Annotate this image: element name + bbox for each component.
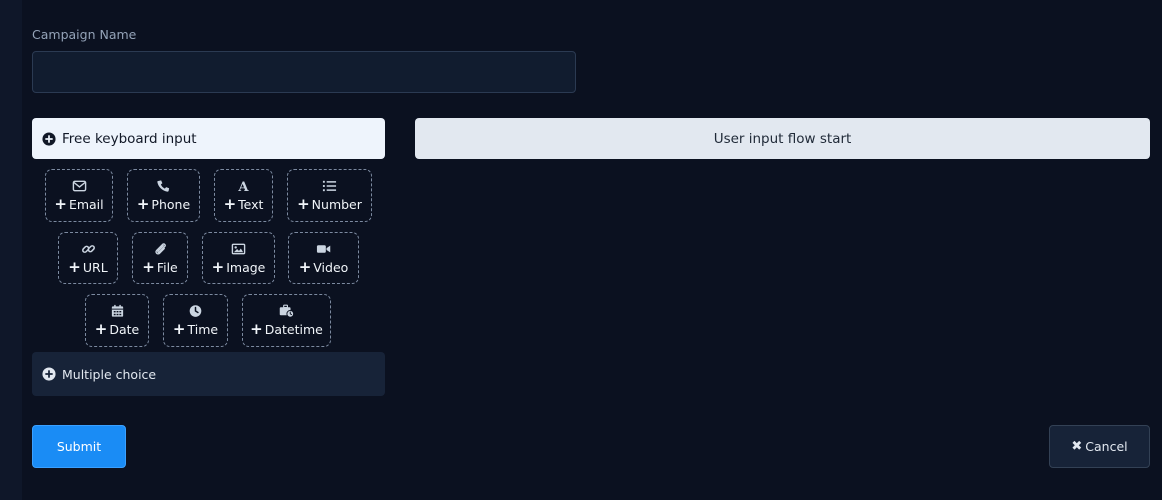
file-label: File	[156, 259, 178, 275]
link-icon	[81, 244, 95, 253]
plus-icon: +	[211, 257, 225, 276]
free-keyboard-input-section[interactable]: Free keyboard input	[32, 118, 385, 159]
add-email-button[interactable]: + Email	[45, 169, 113, 222]
plus-icon: +	[54, 195, 67, 213]
plus-icon: +	[250, 320, 263, 338]
clock-icon	[189, 305, 202, 317]
left-sidebar-edge	[0, 0, 22, 500]
url-label: URL	[82, 259, 108, 275]
image-label: Image	[226, 259, 266, 275]
calendar-icon	[111, 304, 123, 317]
phone-label: Phone	[151, 197, 191, 212]
plus-icon: +	[223, 195, 237, 213]
submit-label: Submit	[56, 439, 102, 454]
list-ol-icon	[322, 180, 337, 192]
close-icon: ✖	[1071, 439, 1083, 454]
plus-circle-icon	[42, 131, 56, 146]
plus-icon: +	[172, 320, 186, 338]
add-time-button[interactable]: + Time	[163, 294, 228, 347]
date-label: Date	[109, 322, 140, 337]
business-time-icon	[279, 304, 294, 318]
add-url-button[interactable]: + URL	[58, 232, 118, 284]
paperclip-icon	[154, 242, 166, 255]
add-phone-button[interactable]: + Phone	[127, 169, 200, 222]
campaign-name-input[interactable]	[32, 51, 576, 93]
plus-icon: +	[142, 257, 155, 276]
plus-icon: +	[298, 257, 312, 276]
svg-text:A: A	[237, 180, 249, 193]
font-icon: A	[237, 180, 249, 193]
add-datetime-button[interactable]: + Datetime	[242, 294, 331, 347]
text-label: Text	[238, 197, 264, 212]
phone-icon	[157, 180, 170, 192]
add-file-button[interactable]: + File	[132, 232, 188, 284]
number-label: Number	[311, 197, 362, 212]
video-label: Video	[313, 259, 349, 275]
video-icon	[316, 244, 331, 253]
cancel-label: Cancel	[1085, 439, 1128, 454]
datetime-label: Datetime	[264, 322, 323, 337]
user-input-flow-start: User input flow start	[415, 118, 1150, 159]
submit-button[interactable]: Submit	[32, 425, 126, 468]
campaign-name-label: Campaign Name	[32, 27, 137, 42]
plus-icon: +	[68, 257, 81, 276]
plus-circle-icon	[42, 367, 56, 381]
flow-start-label: User input flow start	[713, 130, 852, 147]
multiple-choice-section[interactable]: Multiple choice	[32, 352, 385, 396]
cancel-button[interactable]: ✖ Cancel	[1049, 425, 1150, 468]
add-image-button[interactable]: + Image	[202, 232, 275, 284]
image-icon	[231, 243, 246, 254]
add-text-button[interactable]: A + Text	[214, 169, 273, 222]
plus-icon: +	[297, 195, 310, 213]
multiple-choice-label: Multiple choice	[62, 366, 157, 382]
plus-icon: +	[94, 320, 108, 338]
add-number-button[interactable]: + Number	[287, 169, 372, 222]
plus-icon: +	[136, 195, 150, 213]
add-video-button[interactable]: + Video	[288, 232, 359, 284]
add-date-button[interactable]: + Date	[85, 294, 149, 347]
time-label: Time	[187, 322, 219, 337]
email-label: Email	[68, 197, 104, 212]
free-keyboard-input-label: Free keyboard input	[62, 130, 197, 147]
envelope-icon	[72, 180, 86, 192]
